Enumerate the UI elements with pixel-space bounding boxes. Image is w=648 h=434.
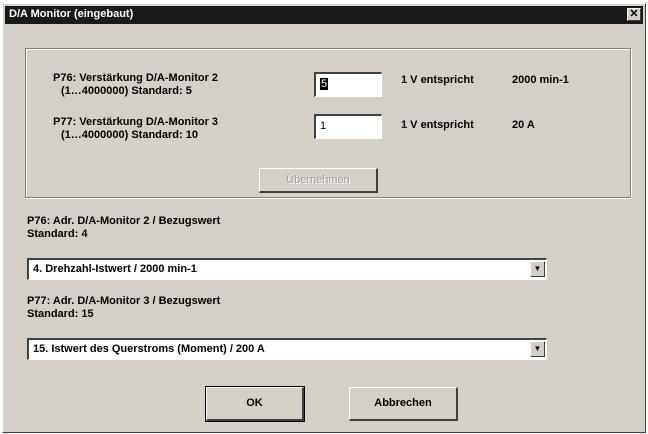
window-title: D/A Monitor (eingebaut) xyxy=(9,8,134,20)
p76-gain-input[interactable]: 5 xyxy=(314,72,382,97)
apply-button[interactable]: Übernehmen xyxy=(259,168,378,193)
p77-gain-input[interactable]: 1 xyxy=(314,114,382,139)
p76-gain-label: P76: Verstärkung D/A-Monitor 2 (1…400000… xyxy=(53,72,218,98)
p76-gain-label-line2: (1…4000000) Standard: 5 xyxy=(61,85,192,97)
p77-gain-value: 1 xyxy=(320,120,327,132)
p77-gain-label: P77: Verstärkung D/A-Monitor 3 (1…400000… xyxy=(53,116,218,142)
p76-ref-selected: 4. Drehzahl-Istwert / 2000 min-1 xyxy=(33,263,197,275)
chevron-down-icon[interactable]: ▼ xyxy=(530,341,545,357)
p77-ref-dropdown[interactable]: 15. Istwert des Querstroms (Moment) / 20… xyxy=(27,338,547,360)
p77-gain-label-line1: P77: Verstärkung D/A-Monitor 3 xyxy=(53,116,219,128)
p76-ref-label: P76: Adr. D/A-Monitor 2 / Bezugswert Sta… xyxy=(27,215,220,241)
p77-gain-label-line2: (1…4000000) Standard: 10 xyxy=(61,129,198,141)
p76-ref-label-line2: Standard: 4 xyxy=(27,228,88,240)
p77-equiv-value: 20 A xyxy=(512,119,535,131)
chevron-down-icon[interactable]: ▼ xyxy=(530,261,545,277)
p76-ref-label-line1: P76: Adr. D/A-Monitor 2 / Bezugswert xyxy=(27,215,221,227)
dialog-window: D/A Monitor (eingebaut) ✕ P76: Verstärku… xyxy=(2,3,646,433)
p76-gain-label-line1: P76: Verstärkung D/A-Monitor 2 xyxy=(53,72,219,84)
p77-ref-selected: 15. Istwert des Querstroms (Moment) / 20… xyxy=(33,343,265,355)
p77-ref-label-line1: P77: Adr. D/A-Monitor 3 / Bezugswert xyxy=(27,295,221,307)
title-bar[interactable]: D/A Monitor (eingebaut) ✕ xyxy=(5,6,643,24)
ok-button[interactable]: OK xyxy=(205,386,305,422)
p77-equiv-label: 1 V entspricht xyxy=(401,119,474,131)
cancel-button[interactable]: Abbrechen xyxy=(349,387,458,421)
p77-ref-label: P77: Adr. D/A-Monitor 3 / Bezugswert Sta… xyxy=(27,295,220,321)
p76-equiv-label: 1 V entspricht xyxy=(401,74,474,86)
p76-equiv-value: 2000 min-1 xyxy=(512,74,569,86)
p77-ref-label-line2: Standard: 15 xyxy=(27,308,94,320)
p76-gain-value: 5 xyxy=(320,78,329,90)
p76-ref-dropdown[interactable]: 4. Drehzahl-Istwert / 2000 min-1 ▼ xyxy=(27,258,547,280)
close-icon[interactable]: ✕ xyxy=(627,8,641,21)
